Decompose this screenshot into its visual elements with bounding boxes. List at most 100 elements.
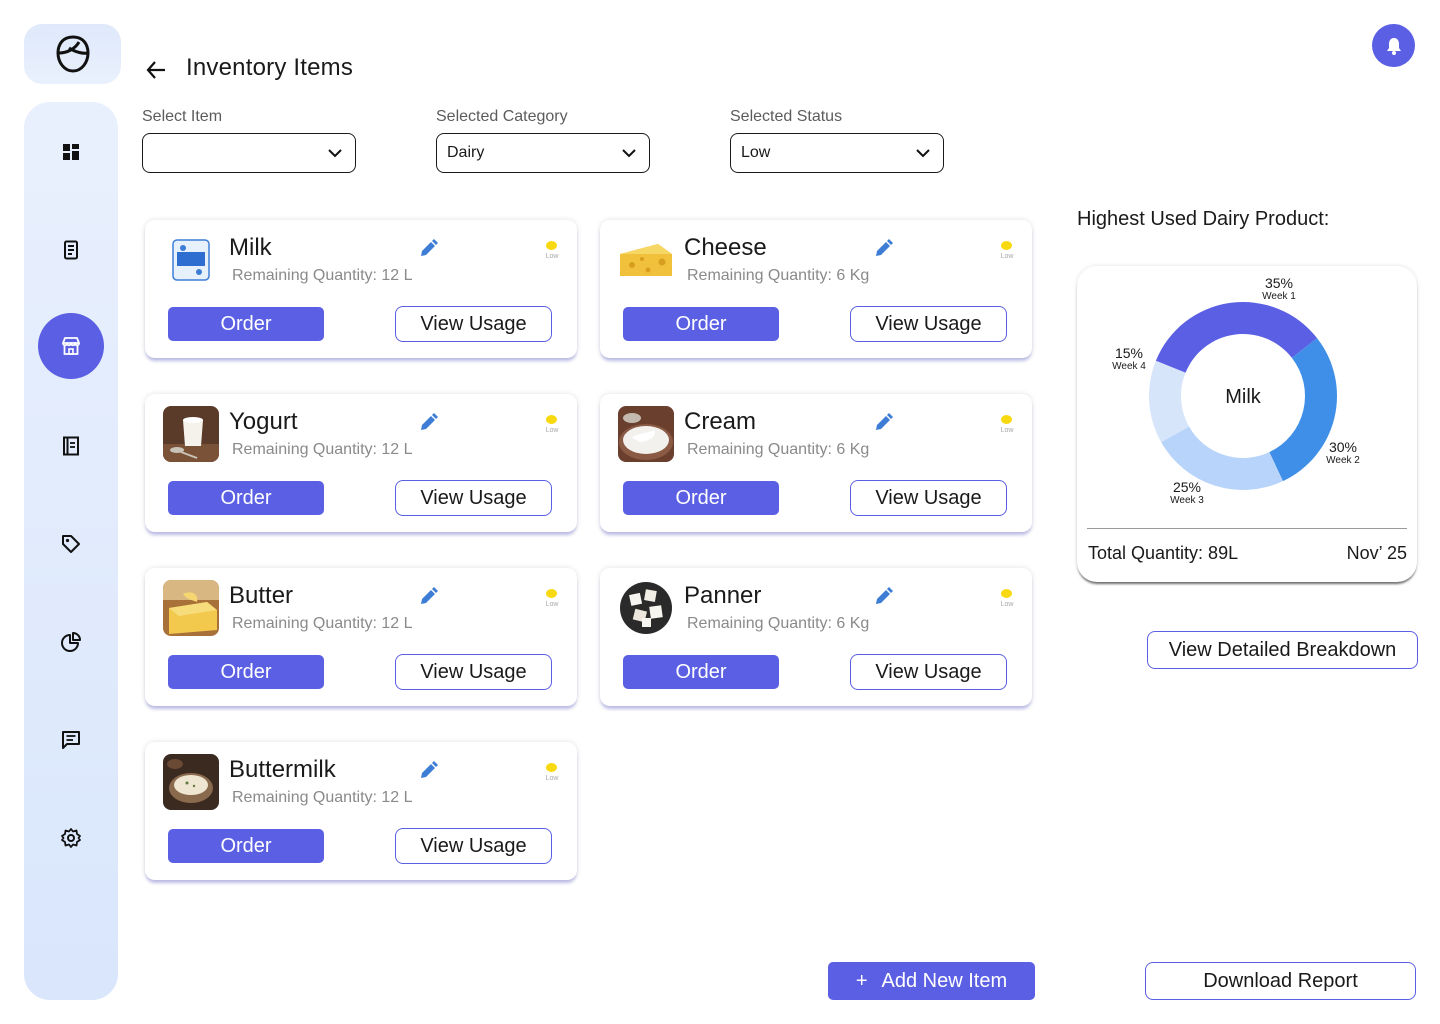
status-indicator [546, 241, 557, 250]
back-button[interactable] [142, 56, 170, 84]
category-dropdown[interactable]: Dairy [436, 133, 650, 173]
buttermilk-image [163, 754, 219, 810]
page-title: Inventory Items [186, 54, 354, 81]
order-button[interactable]: Order [168, 829, 324, 863]
bell-icon [1386, 37, 1401, 55]
notebook-icon [63, 436, 79, 456]
select-item-dropdown[interactable] [142, 133, 356, 173]
view-usage-button[interactable]: View Usage [395, 306, 552, 342]
chevron-down-icon [622, 149, 636, 158]
edit-icon[interactable] [417, 238, 439, 260]
filter-item: Select Item [142, 108, 356, 173]
total-quantity: Total Quantity: 89L [1088, 543, 1239, 563]
item-name: Milk [229, 234, 272, 261]
nav-messages[interactable] [38, 707, 104, 773]
category-value: Dairy [447, 144, 485, 161]
edit-icon[interactable] [417, 586, 439, 608]
item-card-yogurt: Yogurt Remaining Quantity: 12 L Low Orde… [145, 394, 577, 532]
status-indicator [546, 415, 557, 424]
view-usage-button[interactable]: View Usage [850, 654, 1007, 690]
chart-date: Nov’ 25 [1346, 543, 1407, 563]
arrow-left-icon [146, 61, 165, 79]
butter-image [163, 580, 219, 636]
nav-receipts[interactable] [38, 217, 104, 283]
status-label: Low [545, 775, 559, 782]
notifications-button[interactable] [1372, 24, 1415, 67]
status-dropdown[interactable]: Low [730, 133, 944, 173]
download-report-button[interactable]: Download Report [1145, 962, 1416, 1000]
slice-percent-label: 30% [1329, 439, 1357, 455]
view-detailed-breakdown-button[interactable]: View Detailed Breakdown [1147, 631, 1418, 669]
item-card-butter: Butter Remaining Quantity: 12 L Low Orde… [145, 568, 577, 706]
view-usage-button[interactable]: View Usage [395, 480, 552, 516]
dashboard-icon [63, 144, 79, 160]
message-icon [62, 731, 80, 749]
status-indicator [1001, 415, 1012, 424]
slice-percent-label: 25% [1173, 479, 1201, 495]
edit-icon[interactable] [872, 412, 894, 434]
yogurt-image [163, 406, 219, 462]
status-label: Low [545, 427, 559, 434]
status-label: Low [545, 253, 559, 260]
chevron-down-icon [328, 149, 342, 158]
order-button[interactable]: Order [623, 307, 779, 341]
item-name: Cheese [684, 234, 767, 261]
item-quantity: Remaining Quantity: 12 L [232, 441, 413, 458]
sidebar [24, 102, 118, 1000]
item-name: Panner [684, 582, 762, 609]
slice-percent-label: 35% [1265, 275, 1293, 291]
filter-status: Selected Status Low [730, 108, 944, 173]
order-button[interactable]: Order [168, 655, 324, 689]
view-usage-button[interactable]: View Usage [850, 480, 1007, 516]
usage-donut-chart: 35%Week 1 30%Week 2 25%Week 3 15%Week 4 Milk [1112, 275, 1360, 506]
order-button[interactable]: Order [168, 307, 324, 341]
edit-icon[interactable] [872, 586, 894, 608]
item-card-buttermilk: Buttermilk Remaining Quantity: 12 L Low … [145, 742, 577, 880]
nav-notebook[interactable] [38, 413, 104, 479]
filter-category: Selected Category Dairy [436, 108, 650, 173]
add-new-item-button[interactable]: + Add New Item [828, 962, 1035, 1000]
item-name: Yogurt [229, 408, 298, 435]
cream-image [618, 406, 674, 462]
usage-chart-title: Highest Used Dairy Product: [1077, 208, 1330, 230]
edit-icon[interactable] [417, 412, 439, 434]
donut-center-label: Milk [1225, 386, 1262, 408]
filter-category-label: Selected Category [436, 108, 568, 125]
order-button[interactable]: Order [623, 481, 779, 515]
nav-analytics[interactable] [38, 609, 104, 675]
filter-status-label: Selected Status [730, 108, 843, 125]
tag-icon [62, 535, 80, 553]
nav-settings[interactable] [38, 805, 104, 871]
item-quantity: Remaining Quantity: 12 L [232, 615, 413, 632]
filter-item-label: Select Item [142, 108, 223, 125]
slice-week-label: Week 4 [1112, 361, 1146, 372]
nav-dashboard[interactable] [38, 119, 104, 185]
status-indicator [1001, 589, 1012, 598]
status-label: Low [1000, 253, 1014, 260]
milk-image [163, 232, 219, 288]
view-usage-button[interactable]: View Usage [850, 306, 1007, 342]
status-indicator [1001, 241, 1012, 250]
nav-tags[interactable] [38, 511, 104, 577]
order-button[interactable]: Order [623, 655, 779, 689]
slice-week-label: Week 2 [1326, 455, 1360, 466]
item-card-cheese: Cheese Remaining Quantity: 6 Kg Low Orde… [600, 220, 1032, 358]
store-icon [62, 337, 80, 355]
slice-week-label: Week 1 [1262, 291, 1296, 302]
item-card-cream: Cream Remaining Quantity: 6 Kg Low Order… [600, 394, 1032, 532]
order-button[interactable]: Order [168, 481, 324, 515]
edit-icon[interactable] [872, 238, 894, 260]
item-quantity: Remaining Quantity: 6 Kg [687, 267, 870, 284]
item-card-milk: Milk Remaining Quantity: 12 L Low Order … [145, 220, 577, 358]
status-indicator [546, 589, 557, 598]
nav-store[interactable] [38, 313, 104, 379]
item-quantity: Remaining Quantity: 6 Kg [687, 615, 870, 632]
app-logo[interactable] [24, 24, 121, 84]
view-usage-button[interactable]: View Usage [395, 828, 552, 864]
item-name: Butter [229, 582, 294, 609]
chart-divider [1087, 528, 1407, 529]
logo-icon [55, 35, 90, 73]
view-usage-button[interactable]: View Usage [395, 654, 552, 690]
edit-icon[interactable] [417, 760, 439, 782]
chevron-down-icon [916, 149, 930, 158]
